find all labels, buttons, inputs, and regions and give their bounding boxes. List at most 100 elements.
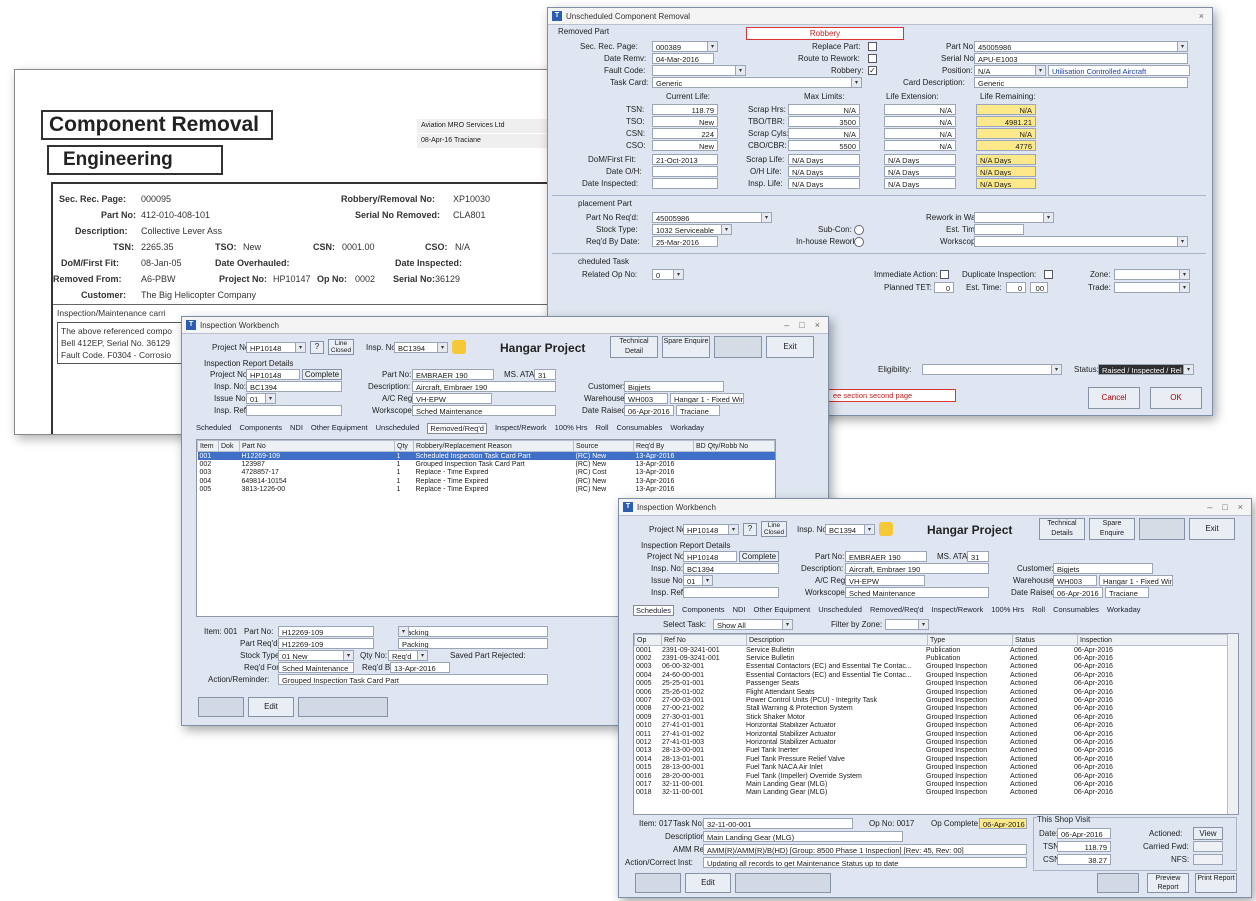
print-report-button[interactable]: Print Report [1195, 873, 1237, 893]
rework-field[interactable]: ▾ [974, 212, 1054, 223]
maximize-icon[interactable]: □ [799, 320, 804, 330]
table-row[interactable]: 001 H12269-109 1 Scheduled Inspection Task … [197, 451, 775, 461]
tab[interactable]: Inspect/Rework [932, 605, 984, 616]
cancel-button[interactable]: Cancel [1088, 387, 1140, 409]
disabled-button[interactable] [198, 697, 244, 717]
ok-button[interactable]: OK [1150, 387, 1202, 409]
spare-enquire-button[interactable]: Spare Enquire [662, 336, 710, 358]
life-row-remaining[interactable]: 4776 [976, 140, 1036, 151]
filter-zone-field[interactable]: ▾ [885, 619, 929, 630]
shop-date-field[interactable]: 06-Apr-2016 [1057, 828, 1111, 839]
table-row[interactable]: 0010 27-41-01-001 Horizontal Stabilizer Ac… [634, 722, 1238, 730]
table-row[interactable]: 0013 28-13-00-001 Fuel Tank Inerter Grouped… [634, 747, 1238, 755]
exit-button[interactable]: Exit [1189, 518, 1235, 540]
tab[interactable]: Other Equipment [311, 423, 368, 434]
tab[interactable]: Roll [1032, 605, 1045, 616]
life-row-remaining[interactable]: N/A [976, 128, 1036, 139]
est-hours-field[interactable]: 0 [1006, 282, 1026, 293]
life-row-ext[interactable]: N/A [884, 140, 956, 151]
sub-con-radio[interactable] [854, 225, 864, 235]
life-row-remaining[interactable]: N/A [976, 104, 1036, 115]
user-field[interactable]: Traciane [676, 405, 720, 416]
immediate-action-checkbox[interactable] [940, 270, 949, 279]
tab[interactable]: Unscheduled [376, 423, 420, 434]
msn-field[interactable]: 31 [967, 551, 989, 562]
part-no-field[interactable]: EMBRAER 190 [412, 369, 494, 380]
est-mins-field[interactable]: 00 [1030, 282, 1048, 293]
tab[interactable]: 100% Hrs [991, 605, 1024, 616]
rem-days-field[interactable]: N/A Days [976, 154, 1036, 165]
workscope-field[interactable]: Sched Maintenance [845, 587, 989, 598]
ext-days-field[interactable]: N/A Days [884, 166, 956, 177]
life-row-value2[interactable]: 5500 [788, 140, 860, 151]
inhouse-radio[interactable] [854, 237, 864, 247]
reqd-for-field[interactable]: Sched Maintenance [278, 662, 354, 673]
project-no-field[interactable]: HP10148 ▾ [246, 342, 306, 353]
date-raised-field[interactable]: 06-Apr-2016 [624, 405, 674, 416]
table-row[interactable]: 0017 32-11-00-001 Main Landing Gear (MLG) G… [634, 780, 1238, 788]
date-inspected-field[interactable] [652, 178, 718, 189]
close-icon[interactable]: × [1199, 11, 1204, 21]
msn-field[interactable]: 31 [534, 369, 556, 380]
insp-ref-field[interactable] [683, 587, 779, 598]
table-row[interactable]: 0004 24-60-00-001 Essential Contactors (EC… [634, 671, 1238, 679]
packing-field-2[interactable]: Packing [398, 638, 548, 649]
project-field[interactable]: HP10148 [683, 551, 737, 562]
minimize-icon[interactable]: – [1207, 502, 1212, 512]
life-row-ext[interactable]: N/A [884, 116, 956, 127]
tab[interactable]: Unscheduled [818, 605, 862, 616]
folder-icon[interactable] [452, 340, 466, 354]
close-icon[interactable]: × [815, 320, 820, 330]
sec-rec-page-field[interactable]: 000389 ▾ [652, 41, 718, 52]
table-row[interactable]: 0011 27-41-01-002 Horizontal Stabilizer Ac… [634, 730, 1238, 738]
line-closed-button[interactable]: Line Closed [328, 339, 354, 355]
disabled-button[interactable] [1097, 873, 1139, 893]
technical-details-button[interactable]: Technical Details [1039, 518, 1085, 540]
replace-part-checkbox[interactable] [868, 42, 877, 51]
reqd-by-field[interactable]: 13-Apr-2016 [390, 662, 450, 673]
amm-ref-field[interactable]: AMM(R)/AMM(R)/B(HD) [Group: 8500 Phase 1… [703, 844, 1027, 855]
part-no-field[interactable]: H12269-109 [278, 626, 374, 637]
packing-field[interactable]: Packing ▾ [398, 626, 548, 637]
table-row[interactable]: 003 4728857-17 1 Replace - Time Expired (RC)… [198, 469, 775, 477]
est-time-field[interactable] [974, 224, 1024, 235]
date-oh-field[interactable] [652, 166, 718, 177]
life-row-remaining[interactable]: 4981.21 [976, 116, 1036, 127]
table-row[interactable]: 0003 06-00-32-001 Essential Contactors (EC… [634, 663, 1238, 671]
edit-button[interactable]: Edit [685, 873, 731, 893]
table-row[interactable]: 0002 2391-09-3241-001 Service Bulletin Publ… [634, 654, 1238, 662]
tab[interactable]: Inspect/Rework [495, 423, 547, 434]
disabled-button[interactable] [735, 873, 831, 893]
customer-field[interactable]: Bigjets [624, 381, 724, 392]
life-row-value[interactable]: New [652, 116, 718, 127]
life-row-value[interactable]: New [652, 140, 718, 151]
workscope-field[interactable]: Sched Maintenance [412, 405, 556, 416]
insp-no-field[interactable]: BC1394 ▾ [825, 524, 875, 535]
hangar-field[interactable]: Hangar 1 - Fixed Wing [670, 393, 744, 404]
spare-enquire-button[interactable]: Spare Enquire [1089, 518, 1135, 540]
select-task-field[interactable]: Show All ▾ [713, 619, 793, 630]
table-row[interactable]: 002 123987 1 Grouped Inspection Task Card P… [198, 460, 775, 468]
life-row-value[interactable]: 224 [652, 128, 718, 139]
life-row-ext[interactable]: N/A [884, 104, 956, 115]
close-icon[interactable]: × [1238, 502, 1243, 512]
fault-code-field[interactable]: ▾ [652, 65, 746, 76]
planned-tet-field[interactable]: 0 [934, 282, 954, 293]
carried-fwd-field[interactable] [1193, 841, 1223, 852]
qty-no-field[interactable]: Req'd ▾ [388, 650, 428, 661]
disabled-button[interactable] [1139, 518, 1185, 540]
help-button[interactable]: ? [310, 341, 324, 354]
date-remv-field[interactable]: 04-Mar-2016 [652, 53, 714, 64]
line-closed-button[interactable]: Line Closed [761, 521, 787, 537]
warehouse-field[interactable]: WH003 [624, 393, 668, 404]
shop-tsn-field[interactable]: 118.79 [1057, 841, 1111, 852]
warehouse-field[interactable]: WH003 [1053, 575, 1097, 586]
ac-reg-field[interactable]: VH-EPW [412, 393, 492, 404]
position-field[interactable]: N/A ▾ [974, 65, 1046, 76]
rep-part-field[interactable]: 45005986 ▾ [652, 212, 772, 223]
tab-active[interactable]: Removed/Req'd [427, 423, 487, 434]
technical-detail-button[interactable]: Technical Detail [610, 336, 658, 358]
table-row[interactable]: 0012 27-41-01-003 Horizontal Stabilizer Ac… [634, 738, 1238, 746]
shop-csn-field[interactable]: 38.27 [1057, 854, 1111, 865]
help-button[interactable]: ? [743, 523, 757, 536]
